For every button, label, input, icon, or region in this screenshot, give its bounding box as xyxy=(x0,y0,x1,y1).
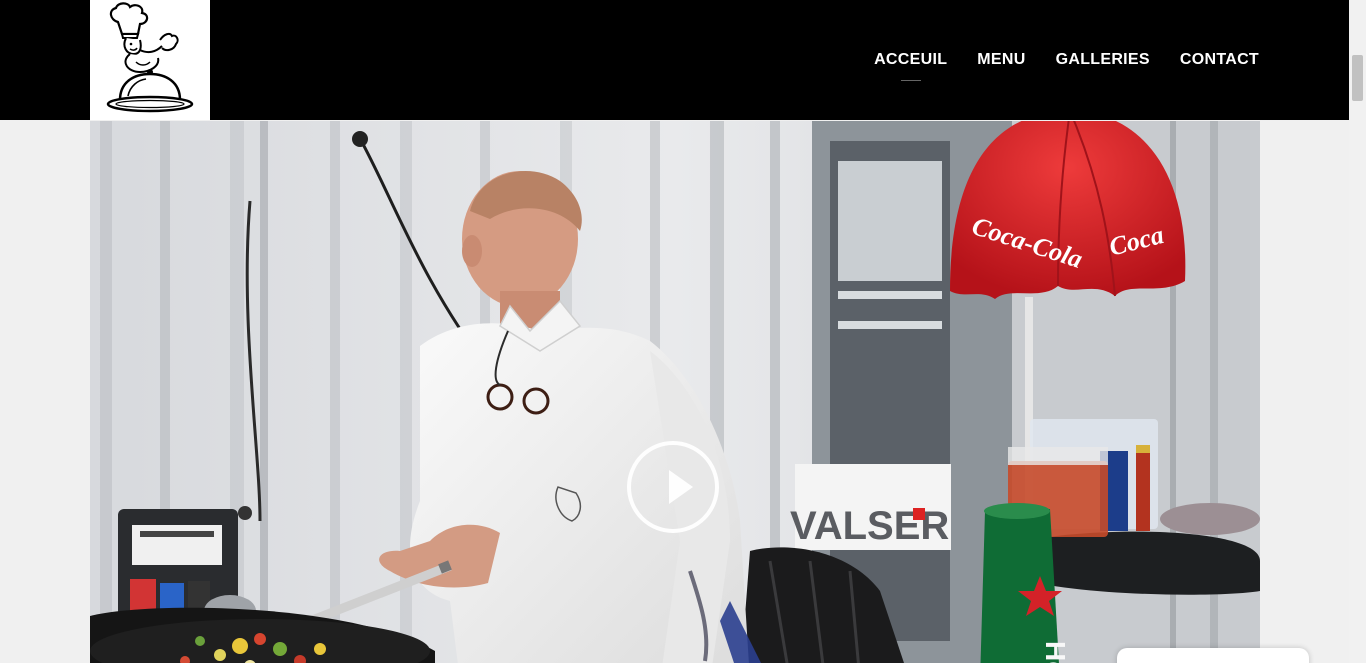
nav-item-contact[interactable]: CONTACT xyxy=(1180,51,1259,69)
valser-sign-text: VALSER xyxy=(790,504,949,548)
video-frame: Coca-Cola Coca VALSER He xyxy=(90,121,1260,663)
scrollbar-thumb[interactable] xyxy=(1352,55,1363,101)
bin-brand-text: He xyxy=(1040,641,1071,663)
floating-widget[interactable] xyxy=(1117,648,1309,663)
nav-item-galleries[interactable]: GALLERIES xyxy=(1056,51,1150,69)
hero-video[interactable]: Coca-Cola Coca VALSER He xyxy=(90,121,1260,663)
nav-item-menu[interactable]: MENU xyxy=(977,51,1025,69)
chef-logo-icon xyxy=(106,2,194,113)
play-button[interactable] xyxy=(627,441,719,533)
page: ACCEUIL MENU GALLERIES CONTACT Coca-Cola… xyxy=(0,0,1349,663)
page-scrollbar[interactable] xyxy=(1349,0,1366,663)
main-nav: ACCEUIL MENU GALLERIES CONTACT xyxy=(844,0,1259,120)
chef-logo[interactable] xyxy=(90,0,210,120)
site-header: ACCEUIL MENU GALLERIES CONTACT xyxy=(0,0,1349,120)
nav-item-acceuil[interactable]: ACCEUIL xyxy=(874,51,947,81)
